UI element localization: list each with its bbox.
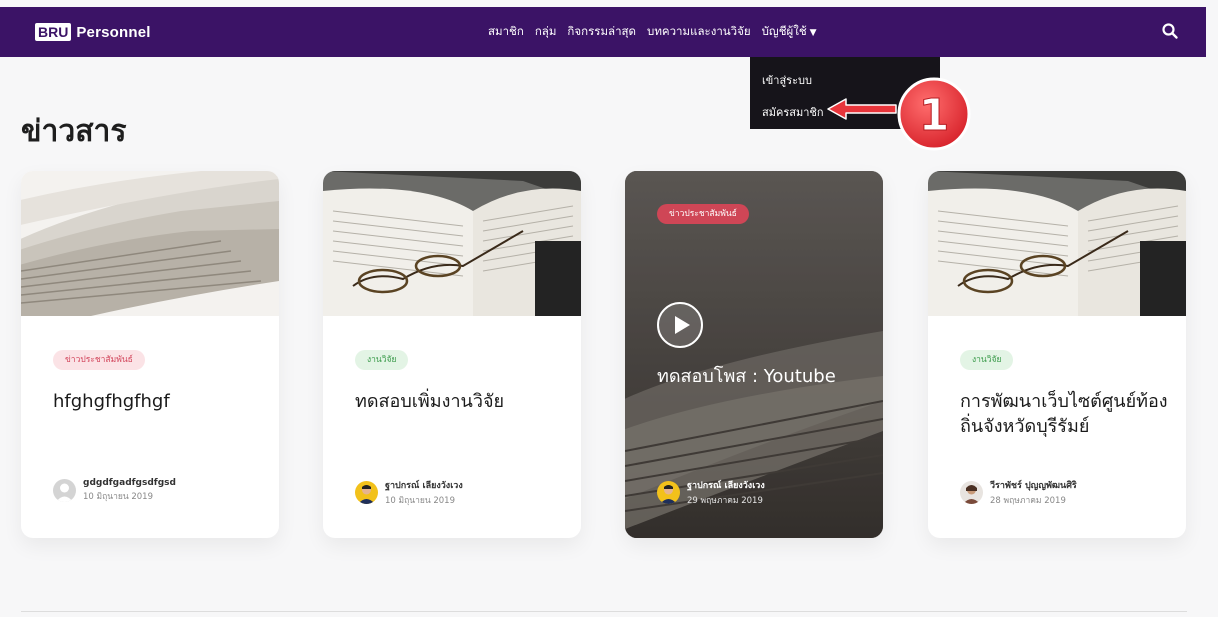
category-badge[interactable]: งานวิจัย <box>355 350 409 370</box>
card-author[interactable]: gdgdfgadfgsdfgsd 10 มิถุนายน 2019 <box>53 478 176 503</box>
card-author[interactable]: ฐาปกรณ์ เลียงวังเวง 10 มิถุนายน 2019 <box>355 478 463 507</box>
page-title: ข่าวสาร <box>21 114 127 149</box>
category-badge[interactable]: ข่าวประชาสัมพันธ์ <box>53 350 145 370</box>
search-icon[interactable] <box>1161 22 1179 40</box>
card-author[interactable]: ฐาปกรณ์ เลียงวังเวง 29 พฤษภาคม 2019 <box>657 478 765 507</box>
author-name: gdgdfgadfgsdfgsd <box>83 478 176 488</box>
author-info: ฐาปกรณ์ เลียงวังเวง 10 มิถุนายน 2019 <box>385 478 463 507</box>
card-title[interactable]: ทดสอบเพิ่มงานวิจัย <box>355 389 567 414</box>
avatar <box>960 481 983 504</box>
top-navbar: BRU Personnel สมาชิก กลุ่ม กิจกรรมล่าสุด… <box>0 7 1206 57</box>
nav-menu: สมาชิก กลุ่ม กิจกรรมล่าสุด บทความและงานว… <box>488 23 817 41</box>
news-card[interactable]: งานวิจัย การพัฒนาเว็บไซต์ศูนย์ท้องถิ่นจั… <box>928 171 1186 538</box>
annotation-number: 1 <box>919 90 950 141</box>
nav-item-groups[interactable]: กลุ่ม <box>535 23 557 41</box>
annotation-step-badge: 1 <box>897 77 971 151</box>
category-badge[interactable]: งานวิจัย <box>960 350 1014 370</box>
featured-news-card[interactable]: ข่าวประชาสัมพันธ์ ทดสอบโพส : Youtube ฐาป… <box>625 171 883 538</box>
chevron-down-icon: ▼ <box>809 28 817 38</box>
avatar <box>53 479 76 502</box>
nav-item-members[interactable]: สมาชิก <box>488 23 524 41</box>
author-name: ฐาปกรณ์ เลียงวังเวง <box>687 481 765 491</box>
author-name: ฐาปกรณ์ เลียงวังเวง <box>385 481 463 491</box>
dropdown-login[interactable]: เข้าสู่ระบบ <box>762 71 812 89</box>
play-icon[interactable] <box>656 301 704 349</box>
avatar <box>355 481 378 504</box>
author-info: gdgdfgadfgsdfgsd 10 มิถุนายน 2019 <box>83 478 176 503</box>
card-image-book-glasses <box>928 171 1186 316</box>
annotation-arrow-icon <box>827 98 897 120</box>
author-name: วีราพัชร์ ปุญญพัฒนศิริ <box>990 481 1077 491</box>
news-card[interactable]: ข่าวประชาสัมพันธ์ hfghgfhgfhgf gdgdfgadf… <box>21 171 279 538</box>
avatar <box>657 481 680 504</box>
nav-item-articles-research[interactable]: บทความและงานวิจัย <box>647 23 751 41</box>
brand-badge: BRU <box>35 23 72 41</box>
dropdown-register[interactable]: สมัครสมาชิก <box>762 103 824 121</box>
card-image-book-glasses <box>323 171 581 316</box>
category-badge[interactable]: ข่าวประชาสัมพันธ์ <box>657 204 749 224</box>
post-date: 10 มิถุนายน 2019 <box>385 496 455 506</box>
card-title[interactable]: hfghgfhgfhgf <box>53 389 265 414</box>
post-date: 10 มิถุนายน 2019 <box>83 492 153 502</box>
nav-account-label: บัญชีผู้ใช้ <box>761 24 807 38</box>
author-info: วีราพัชร์ ปุญญพัฒนศิริ 28 พฤษภาคม 2019 <box>990 478 1077 507</box>
news-card[interactable]: งานวิจัย ทดสอบเพิ่มงานวิจัย ฐาปกรณ์ เลีย… <box>323 171 581 538</box>
card-author[interactable]: วีราพัชร์ ปุญญพัฒนศิริ 28 พฤษภาคม 2019 <box>960 478 1077 507</box>
brand-name: Personnel <box>76 23 151 41</box>
nav-item-account[interactable]: บัญชีผู้ใช้ ▼ <box>762 23 817 41</box>
nav-item-recent-activity[interactable]: กิจกรรมล่าสุด <box>567 23 636 41</box>
author-info: ฐาปกรณ์ เลียงวังเวง 29 พฤษภาคม 2019 <box>687 478 765 507</box>
brand-logo[interactable]: BRU Personnel <box>35 21 151 43</box>
post-date: 28 พฤษภาคม 2019 <box>990 496 1066 506</box>
card-title[interactable]: ทดสอบโพส : Youtube <box>657 364 869 389</box>
post-date: 29 พฤษภาคม 2019 <box>687 496 763 506</box>
card-image-newspaper <box>21 171 279 316</box>
footer-divider <box>21 611 1187 612</box>
card-title[interactable]: การพัฒนาเว็บไซต์ศูนย์ท้องถิ่นจังหวัดบุรี… <box>960 389 1172 439</box>
